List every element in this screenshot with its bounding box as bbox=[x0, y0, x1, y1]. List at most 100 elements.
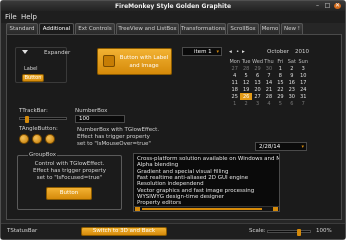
angle-button-2[interactable] bbox=[32, 134, 42, 144]
memo-line: WYSIWYG design-time designer bbox=[137, 193, 225, 200]
calendar: ◂ • ▸ October 2010 Mon Tue Wed Thu Fri Sat Sun… bbox=[229, 49, 309, 109]
tab-treeview-listbox[interactable]: TreeView and ListBox bbox=[116, 23, 179, 34]
spinbox-arrows-icon[interactable]: ▾ bbox=[216, 49, 219, 55]
memo-hscrollbar[interactable] bbox=[134, 206, 279, 211]
tab-transformations[interactable]: Transformations bbox=[180, 23, 226, 34]
calendar-day[interactable]: 16 bbox=[286, 79, 297, 86]
angle-button-1[interactable] bbox=[19, 134, 29, 144]
date-box[interactable]: 2/28/14 ▾ bbox=[255, 142, 307, 151]
groupbox: GroupBox Control with TGlowEffect. Effec… bbox=[17, 152, 122, 210]
switch-3d-button[interactable]: Switch to 3D and Back bbox=[81, 227, 167, 236]
image-button[interactable]: Button with Label and Image bbox=[97, 48, 172, 75]
calendar-today-icon[interactable]: • bbox=[236, 49, 239, 55]
calendar-day[interactable]: 6 bbox=[252, 72, 263, 79]
calendar-day[interactable]: 22 bbox=[275, 86, 286, 93]
calendar-day[interactable]: 14 bbox=[263, 79, 274, 86]
expander-arrow-icon[interactable] bbox=[22, 50, 28, 54]
title-bar: FireMonkey Style Golden Graphite – □ ✕ bbox=[1, 1, 345, 11]
tab-standard[interactable]: Standard bbox=[6, 23, 38, 34]
memo-line: Fast realtime anti-aliased 2D GUI engine bbox=[137, 174, 249, 181]
calendar-day[interactable]: 1 bbox=[275, 65, 286, 72]
calendar-day[interactable]: 13 bbox=[252, 79, 263, 86]
tab-additional[interactable]: Additional bbox=[39, 23, 74, 34]
calendar-next-icon[interactable]: ▸ bbox=[242, 49, 245, 55]
memo-line: Vector graphics and fast image processin… bbox=[137, 187, 255, 194]
calendar-day[interactable]: 30 bbox=[263, 65, 274, 72]
calendar-day[interactable]: 3 bbox=[298, 65, 309, 72]
calendar-prev-icon[interactable]: ◂ bbox=[229, 49, 232, 55]
numberbox-value: 100 bbox=[79, 116, 90, 122]
menu-help[interactable]: Help bbox=[21, 13, 37, 21]
calendar-day[interactable]: 11 bbox=[229, 79, 240, 86]
memo-scroll-thumb[interactable] bbox=[142, 208, 262, 210]
date-box-dropdown-icon[interactable]: ▾ bbox=[301, 144, 304, 150]
glow-note-line-3: set to "IsMouseOver=true" bbox=[77, 141, 151, 147]
spinbox-value: item 1 bbox=[194, 49, 212, 55]
trackbar[interactable] bbox=[19, 116, 67, 123]
calendar-day[interactable]: 15 bbox=[275, 79, 286, 86]
calendar-day[interactable]: 28 bbox=[263, 93, 274, 100]
calendar-day[interactable]: 5 bbox=[275, 100, 286, 107]
numberbox[interactable]: 100 bbox=[75, 115, 125, 123]
trackbar-label: TTrackBar: bbox=[19, 108, 48, 114]
trackbar-thumb[interactable] bbox=[25, 116, 30, 123]
calendar-day[interactable]: 28 bbox=[240, 65, 251, 72]
calendar-day[interactable]: 21 bbox=[263, 86, 274, 93]
glow-note-line-1: NumberBox with TGlowEffect. bbox=[77, 127, 160, 133]
menu-file[interactable]: File bbox=[5, 13, 17, 21]
calendar-weekday: Thu bbox=[264, 58, 274, 65]
calendar-day[interactable]: 6 bbox=[286, 100, 297, 107]
calendar-day[interactable]: 1 bbox=[229, 100, 240, 107]
calendar-day[interactable]: 7 bbox=[263, 72, 274, 79]
scale-value: 100% bbox=[316, 228, 332, 234]
calendar-day[interactable]: 2 bbox=[240, 100, 251, 107]
calendar-day[interactable]: 12 bbox=[240, 79, 251, 86]
calendar-day[interactable]: 17 bbox=[298, 79, 309, 86]
calendar-day[interactable]: 4 bbox=[263, 100, 274, 107]
calendar-weekday: Sat bbox=[287, 58, 296, 65]
calendar-day[interactable]: 3 bbox=[252, 100, 263, 107]
memo-line: Gradient and special visual filling bbox=[137, 168, 229, 175]
calendar-day[interactable]: 31 bbox=[298, 93, 309, 100]
groupbox-button[interactable]: Button bbox=[46, 187, 92, 200]
memo-line: Cross-platform solution available on Win… bbox=[137, 156, 280, 162]
calendar-day[interactable]: 24 bbox=[298, 86, 309, 93]
calendar-day[interactable]: 4 bbox=[229, 72, 240, 79]
calendar-day[interactable]: 9 bbox=[286, 72, 297, 79]
calendar-weekday: Sun bbox=[298, 58, 309, 65]
calendar-day[interactable]: 23 bbox=[286, 86, 297, 93]
expander-inner-label: Label bbox=[24, 66, 38, 72]
memo-scroll-right-icon[interactable] bbox=[273, 207, 278, 211]
scale-trackbar[interactable] bbox=[267, 229, 311, 236]
calendar-day[interactable]: 29 bbox=[275, 93, 286, 100]
calendar-day[interactable]: 7 bbox=[298, 100, 309, 107]
calendar-day[interactable]: 2 bbox=[286, 65, 297, 72]
calendar-day[interactable]: 30 bbox=[286, 93, 297, 100]
calendar-day[interactable]: 25 bbox=[229, 93, 240, 100]
scale-trackbar-thumb[interactable] bbox=[296, 229, 301, 236]
memo[interactable]: Cross-platform solution available on Win… bbox=[133, 153, 280, 212]
tab-memo[interactable]: Memo bbox=[260, 23, 280, 34]
calendar-day[interactable]: 27 bbox=[229, 65, 240, 72]
maximize-icon[interactable]: □ bbox=[324, 3, 331, 9]
calendar-day[interactable]: 26 bbox=[240, 93, 252, 100]
expander-button[interactable]: Button bbox=[22, 74, 44, 82]
angle-button-3[interactable] bbox=[45, 134, 55, 144]
anglebutton-label: TAngleButton: bbox=[19, 126, 58, 132]
calendar-day[interactable]: 8 bbox=[275, 72, 286, 79]
tab-ext-controls[interactable]: Ext Controls bbox=[75, 23, 115, 34]
calendar-day[interactable]: 5 bbox=[240, 72, 251, 79]
calendar-day[interactable]: 27 bbox=[252, 93, 263, 100]
memo-scroll-left-icon[interactable] bbox=[135, 207, 140, 211]
calendar-day[interactable]: 19 bbox=[240, 86, 251, 93]
tab-scrollbox[interactable]: ScrollBox bbox=[227, 23, 259, 34]
window-title: FireMonkey Style Golden Graphite bbox=[114, 3, 232, 10]
minimize-icon[interactable]: – bbox=[314, 3, 321, 9]
calendar-day[interactable]: 18 bbox=[229, 86, 240, 93]
calendar-day[interactable]: 10 bbox=[298, 72, 309, 79]
calendar-day[interactable]: 29 bbox=[252, 65, 263, 72]
calendar-day[interactable]: 20 bbox=[252, 86, 263, 93]
item-spinbox[interactable]: item 1 ▾ bbox=[182, 47, 222, 56]
close-icon[interactable]: ✕ bbox=[334, 3, 341, 9]
tab-new[interactable]: New ! bbox=[281, 23, 303, 34]
